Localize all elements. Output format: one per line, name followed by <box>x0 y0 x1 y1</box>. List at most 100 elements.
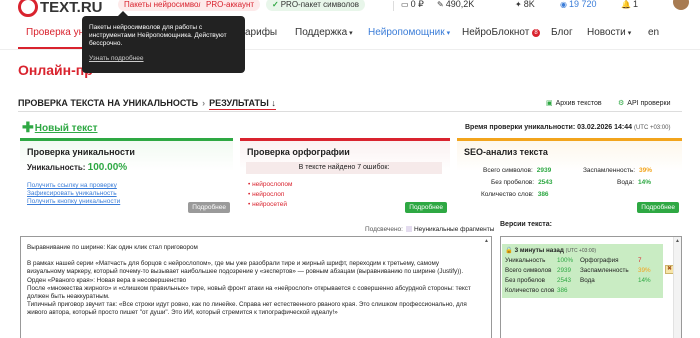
chevron-down-icon: ▾ <box>627 30 632 37</box>
scroll-up-icon[interactable]: ▲ <box>483 238 490 245</box>
spelling-error-word: нейроcлоп <box>252 191 285 198</box>
text-body: Выравнивание по ширине: Как один клик ст… <box>27 244 475 318</box>
spelling-error-word: нейроcлопом <box>252 181 293 188</box>
nav-support[interactable]: Поддержка ▾ <box>295 27 353 38</box>
seo-label: Количество слов: <box>481 191 534 198</box>
stat-chars[interactable]: ✎ 490,2K <box>437 0 474 9</box>
spelling-error-word: нейроcетей <box>252 201 287 208</box>
legend-label: Подсвечено: <box>365 226 403 233</box>
nav-uniqueness-check[interactable]: Проверка уни <box>26 27 90 38</box>
seo-card: SEO-анализ текста Всего символов: 2939 Бе… <box>457 138 682 216</box>
language-switch[interactable]: en <box>648 27 659 38</box>
check-time: Время проверки уникальности: 03.02.2026 … <box>465 124 670 131</box>
text-paragraph: Выравнивание по ширине: Как один клик ст… <box>27 244 198 251</box>
logo[interactable]: TEXT.RU <box>18 0 103 17</box>
seo-no-spaces: Без пробелов: 2543 <box>491 179 553 186</box>
archive-link[interactable]: ▣ Архив текстов <box>546 99 602 107</box>
card-title: Проверка орфографии <box>247 147 350 157</box>
notifications[interactable]: 🔔 1 <box>621 0 638 9</box>
stat-chars-value: 490,2K <box>445 0 475 9</box>
seo-value: 14% <box>638 179 652 186</box>
seo-label: Заспамленность: <box>583 167 636 174</box>
divider <box>393 1 394 11</box>
logo-text: TEXT.RU <box>40 0 103 16</box>
logo-icon <box>18 0 38 17</box>
version-water-label: Вода <box>580 277 595 284</box>
symbol-packs-tooltip: Пакеты нейросимволов для работы с инстру… <box>82 11 245 73</box>
breadcrumb-step-check[interactable]: ПРОВЕРКА ТЕКСТА НА УНИКАЛЬНОСТЬ <box>18 98 198 108</box>
version-nospace-label: Без пробелов <box>505 277 545 284</box>
version-spell-label: Орфография <box>580 257 619 264</box>
nav-tariffs[interactable]: арифы <box>245 27 277 38</box>
nav-neuro-notebook[interactable]: НейроБлокнот 8 <box>462 27 541 38</box>
highlight-legend: Подсвечено: Неуникальные фрагменты <box>365 226 494 233</box>
uniqueness-result: Уникальность: 100.00% <box>27 162 127 173</box>
scroll-up-icon[interactable]: ▲ <box>674 238 681 244</box>
pro-account-button[interactable]: PRO-аккаунт <box>200 0 261 11</box>
archive-label: Архив текстов <box>555 100 602 107</box>
get-button-link[interactable]: Получить кнопку уникальности <box>27 198 120 205</box>
get-check-link[interactable]: Получить ссылку на проверку <box>27 182 117 189</box>
balance-stat[interactable]: ▭ 0 ₽ <box>401 0 424 10</box>
legend-swatch <box>405 226 412 232</box>
api-link[interactable]: ⚙ API проверки <box>618 99 670 107</box>
text-paragraph: Орден «Рваного края»: Новая вера в несов… <box>27 276 187 284</box>
seo-label: Всего символов: <box>483 167 533 174</box>
seo-value: 2939 <box>536 167 552 174</box>
seo-value: 386 <box>537 191 549 198</box>
seo-label: Без пробелов: <box>491 179 535 186</box>
notifications-count: 1 <box>632 0 638 9</box>
nav-news[interactable]: Новости ▾ <box>587 27 631 38</box>
wallet-icon: ▭ <box>401 0 409 9</box>
seo-more-button[interactable]: Подробнее <box>637 202 679 213</box>
seo-water: Вода: 14% <box>617 179 651 186</box>
fix-uniqueness-link[interactable]: Зафиксировать уникальность <box>27 190 117 197</box>
versions-panel: 🔒 3 минуты назад (UTC +03:00) Уникальнос… <box>500 236 682 338</box>
checked-text[interactable]: ▲ Выравнивание по ширине: Как один клик … <box>20 236 492 338</box>
check-time-tz: (UTC +03:00) <box>633 125 671 131</box>
uniqueness-more-button[interactable]: Подробнее <box>188 202 230 213</box>
seo-value: 39% <box>639 167 653 174</box>
top-bar: TEXT.RU Пакеты нейросимволов PRO-аккаунт… <box>0 0 700 17</box>
notebook-badge: 8 <box>532 29 541 37</box>
sparkle-icon: ✦ <box>515 0 522 9</box>
stat-points[interactable]: ◉ 19 720 <box>560 0 597 9</box>
nav-neuro-notebook-label: НейроБлокнот <box>462 27 530 38</box>
chevron-down-icon: ▾ <box>349 30 353 37</box>
nav-blog[interactable]: Блог <box>551 27 573 38</box>
versions-scrollbar[interactable]: ▲ <box>673 237 681 338</box>
nav-neuro-assistant-label: Нейропомощник <box>368 27 445 38</box>
version-chars-value: 2939 <box>557 267 572 274</box>
spelling-error[interactable]: • нейроcетей <box>248 201 287 208</box>
breadcrumb: ПРОВЕРКА ТЕКСТА НА УНИКАЛЬНОСТЬ › РЕЗУЛЬТА… <box>18 98 276 110</box>
new-text-button[interactable]: ✚Новый текст <box>22 119 97 136</box>
pro-pack-button[interactable]: ✓ PRO-пакет символов <box>266 0 366 11</box>
avatar[interactable] <box>673 0 689 10</box>
chevron-down-icon: ▾ <box>446 30 451 37</box>
lock-icon: 🔒 <box>505 247 513 254</box>
seo-value: 2543 <box>538 179 553 186</box>
api-label: API проверки <box>627 100 671 107</box>
version-spam-value: 39% <box>638 267 651 274</box>
stat-points-value: 19 720 <box>568 0 597 9</box>
check-time-label: Время проверки уникальности: 03.02.2026 … <box>465 124 633 131</box>
versions-label: Версии текста: <box>500 221 552 228</box>
spelling-more-button[interactable]: Подробнее <box>405 202 447 213</box>
nav-news-label: Новости <box>587 27 626 38</box>
version-nospace-value: 2543 <box>557 277 572 284</box>
gear-icon: ⚙ <box>618 100 625 107</box>
stat-neuro[interactable]: ✦ 8K <box>515 0 535 9</box>
tooltip-arrow <box>118 11 128 16</box>
bell-icon: 🔔 <box>621 0 631 9</box>
breadcrumb-step-results[interactable]: РЕЗУЛЬТАТЫ ↓ <box>209 98 276 110</box>
spelling-error[interactable]: • нейроcлоп <box>248 191 284 198</box>
spelling-error[interactable]: • нейроcлопом <box>248 181 293 188</box>
tooltip-learn-more-link[interactable]: Узнать подробнее <box>89 55 238 63</box>
legend-unique[interactable]: Неуникальные фрагменты <box>414 226 494 233</box>
version-item[interactable]: 🔒 3 минуты назад (UTC +03:00) Уникальнос… <box>502 244 663 298</box>
pro-pack-label: PRO-пакет символов <box>280 0 360 9</box>
version-time: 3 минуты назад <box>514 247 564 254</box>
archive-icon: ▣ <box>546 100 553 107</box>
nav-neuro-assistant[interactable]: Нейропомощник ▾ <box>368 27 450 38</box>
tooltip-text: Пакеты нейросимволов для работы с инстру… <box>89 24 227 47</box>
